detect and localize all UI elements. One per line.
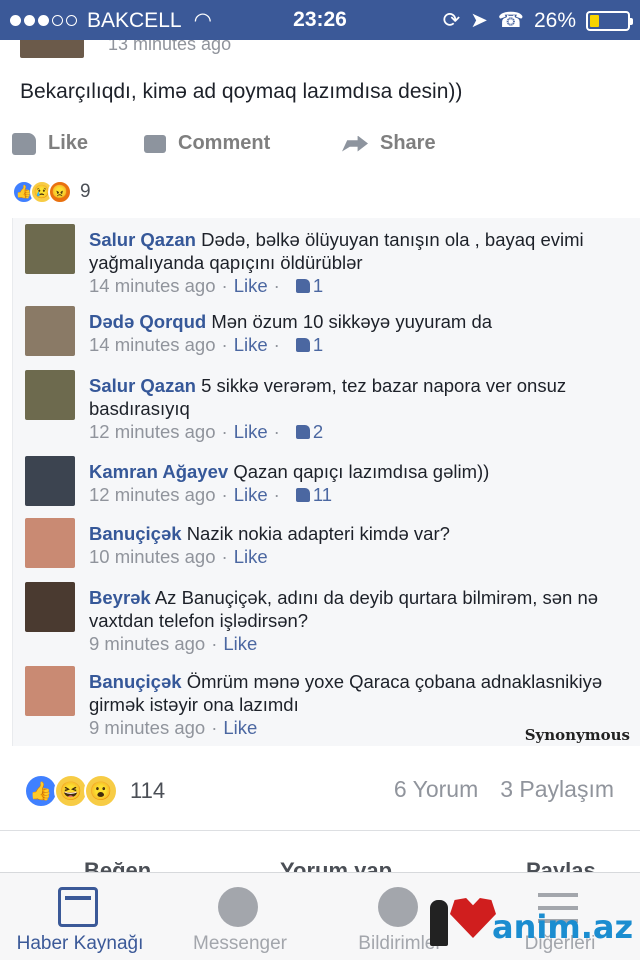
- summary-stats: 6 Yorum 3 Paylaşım: [394, 776, 614, 803]
- brand-logo: anim.az: [430, 886, 635, 950]
- comment-author[interactable]: Beyrək: [89, 587, 151, 608]
- avatar[interactable]: [25, 224, 75, 274]
- status-bar: BAKCELL ◠ 23:26 ⟳ ➤ ☎ 26%: [0, 0, 640, 40]
- comment-like-button[interactable]: Like: [234, 274, 268, 297]
- like-label: Like: [48, 132, 89, 154]
- avatar[interactable]: [25, 306, 75, 356]
- thumbs-up-icon: [295, 424, 310, 439]
- comment-author[interactable]: Salur Qazan: [89, 229, 196, 250]
- avatar[interactable]: [20, 40, 84, 58]
- comment-time[interactable]: 9 minutes ago: [89, 632, 205, 655]
- battery-icon: [586, 10, 633, 31]
- share-count[interactable]: 3 Paylaşım: [500, 776, 614, 803]
- comment-like-count: 11: [312, 484, 333, 505]
- comment-text: Az Banuçiçək, adını da deyib qurtara bil…: [89, 587, 599, 631]
- globe-icon: [378, 887, 418, 927]
- avatar[interactable]: [25, 456, 75, 506]
- avatar[interactable]: [25, 518, 75, 568]
- post-time[interactable]: 13 minutes ago: [108, 40, 231, 55]
- angry-reaction-icon: 😠: [48, 180, 72, 204]
- comment-like-count: 2: [312, 421, 324, 442]
- comment-like-button[interactable]: Like: [234, 483, 268, 506]
- post-text: Bekarçılıqdı, kimə ad qoymaq lazımdısa d…: [20, 80, 463, 103]
- share-button[interactable]: Share: [342, 132, 436, 155]
- thumbs-up-icon: [12, 132, 36, 155]
- brand-text: anim.az: [492, 908, 634, 946]
- comment-text: Qazan qapıçı lazımdısa gəlim)): [233, 461, 490, 482]
- comment-like-count: 1: [312, 334, 324, 355]
- comment-author[interactable]: Kamran Ağayev: [89, 461, 228, 482]
- comment-like-button[interactable]: Like: [223, 632, 257, 655]
- like-reaction-icon: 👍: [24, 774, 58, 808]
- status-right: ⟳ ➤ ☎ 26%: [442, 8, 633, 33]
- summary-reaction-count: 114: [130, 778, 166, 803]
- comment-time[interactable]: 12 minutes ago: [89, 420, 216, 443]
- location-icon: ➤: [470, 9, 488, 32]
- like-button[interactable]: Like: [12, 132, 88, 155]
- thumbs-up-icon: [295, 278, 310, 293]
- share-icon: [342, 135, 368, 152]
- comment-time[interactable]: 14 minutes ago: [89, 333, 216, 356]
- tab-news-feed[interactable]: Haber Kaynağı: [0, 873, 160, 961]
- tty-icon: ☎: [497, 9, 524, 32]
- messenger-icon: [218, 887, 258, 927]
- comment-time[interactable]: 10 minutes ago: [89, 545, 216, 568]
- reaction-count: 9: [80, 181, 91, 202]
- comment-text: Nazik nokia adapteri kimdə var?: [186, 523, 450, 544]
- post-actions: Like Comment Share: [0, 124, 640, 166]
- post-reactions[interactable]: 👍 😢 😠 9: [12, 180, 91, 204]
- thumbs-up-icon: [295, 487, 310, 502]
- comment-text: Mən özum 10 sikkəyə yuyuram da: [211, 311, 493, 332]
- rotation-lock-icon: ⟳: [442, 9, 461, 32]
- watermark: Synonymous: [524, 726, 630, 744]
- wow-reaction-icon: 😮: [84, 774, 118, 808]
- comment-like-count: 1: [312, 275, 324, 296]
- comment-author[interactable]: Dədə Qorqud: [89, 311, 206, 332]
- comments-panel: Salur Qazan Dədə, bəlkə ölüyuyan tanışın…: [12, 218, 640, 746]
- comment-time[interactable]: 12 minutes ago: [89, 483, 216, 506]
- divider: [0, 830, 640, 831]
- comment-like-button[interactable]: Like: [234, 420, 268, 443]
- comment-author[interactable]: Banuçiçək: [89, 523, 182, 544]
- thumbs-up-icon: [295, 337, 310, 352]
- haha-reaction-icon: 😆: [54, 774, 88, 808]
- comment-like-button[interactable]: Like: [234, 545, 268, 568]
- tab-messenger[interactable]: Messenger: [160, 873, 320, 961]
- avatar[interactable]: [25, 370, 75, 420]
- comment-count[interactable]: 6 Yorum: [394, 776, 478, 803]
- comment-like-button[interactable]: Like: [234, 333, 268, 356]
- person-icon: [430, 900, 448, 946]
- comment-like-button[interactable]: Like: [223, 716, 257, 739]
- tab-label: Haber Kaynağı: [16, 933, 144, 954]
- comment-time[interactable]: 9 minutes ago: [89, 716, 205, 739]
- post-header: 13 minutes ago: [0, 40, 640, 60]
- reaction-summary: 👍 😆 😮 114 6 Yorum 3 Paylaşım: [0, 752, 640, 832]
- battery-percent: 26%: [533, 8, 576, 32]
- tab-label: Messenger: [193, 933, 287, 954]
- comment-author[interactable]: Salur Qazan: [89, 375, 196, 396]
- heart-icon: [450, 898, 496, 938]
- news-feed-icon: [58, 887, 98, 927]
- summary-reactions[interactable]: 👍 😆 😮 114: [24, 774, 165, 808]
- comment-label: Comment: [178, 132, 271, 154]
- avatar[interactable]: [25, 582, 75, 632]
- comment-time[interactable]: 14 minutes ago: [89, 274, 216, 297]
- share-label: Share: [380, 132, 436, 154]
- comment-author[interactable]: Banuçiçək: [89, 671, 182, 692]
- comment-icon: [144, 134, 166, 153]
- avatar[interactable]: [25, 666, 75, 716]
